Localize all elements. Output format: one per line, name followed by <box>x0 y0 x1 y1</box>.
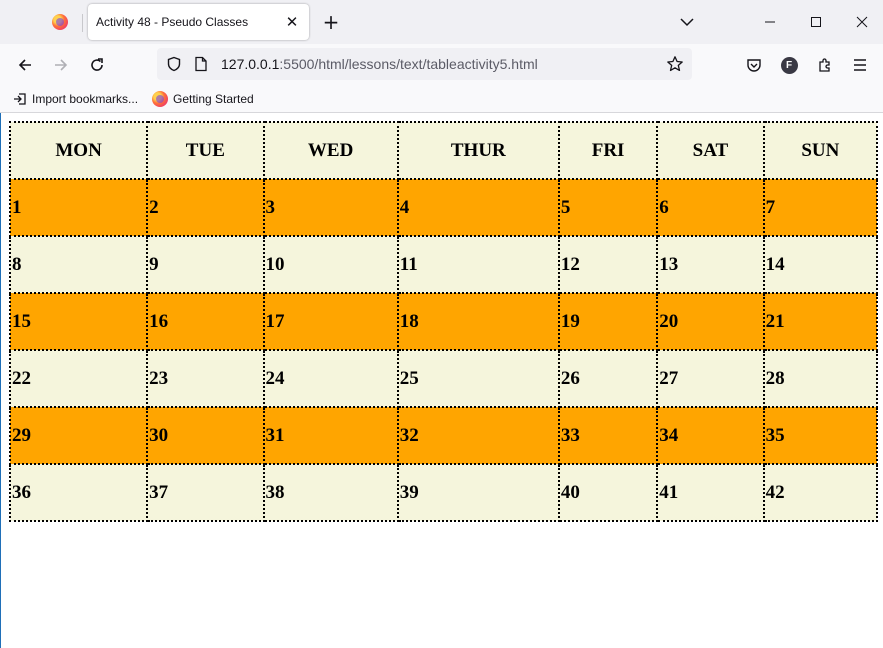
day-cell: 34 <box>656 406 765 465</box>
tab-active[interactable]: Activity 48 - Pseudo Classes ✕ <box>88 4 309 40</box>
bookmark-star-icon[interactable] <box>665 54 685 74</box>
calendar-table: MON TUE WED THUR FRI SAT SUN 1 2 3 4 5 6… <box>8 121 879 522</box>
day-cell: 41 <box>656 463 765 522</box>
minimize-icon[interactable] <box>747 0 793 44</box>
day-cell: 23 <box>146 349 265 408</box>
new-tab-icon[interactable]: + <box>318 8 344 36</box>
day-cell: 18 <box>396 292 560 351</box>
day-cell: 28 <box>762 349 879 408</box>
page-icon[interactable] <box>191 54 211 74</box>
firefox-icon <box>52 14 68 30</box>
day-cell: 7 <box>762 178 879 237</box>
bookmark-label: Import bookmarks... <box>32 92 139 106</box>
day-cell: 14 <box>762 235 879 294</box>
day-cell: 19 <box>557 292 659 351</box>
close-tab-icon[interactable]: ✕ <box>281 11 303 33</box>
day-header: SUN <box>762 121 879 180</box>
forward-icon[interactable] <box>46 50 76 80</box>
day-cell: 37 <box>146 463 265 522</box>
day-cell: 8 <box>8 235 149 294</box>
day-cell: 5 <box>557 178 659 237</box>
day-cell: 39 <box>396 463 560 522</box>
tab-title: Activity 48 - Pseudo Classes <box>96 15 249 29</box>
week-row: 15 16 17 18 19 20 21 <box>8 292 879 351</box>
nav-bar: 127.0.0.1:5500/html/lessons/text/tableac… <box>0 44 883 86</box>
extensions-icon[interactable] <box>810 50 840 80</box>
day-cell: 16 <box>146 292 265 351</box>
url-bar[interactable]: 127.0.0.1:5500/html/lessons/text/tableac… <box>157 48 692 80</box>
menu-icon[interactable] <box>845 50 875 80</box>
week-row: 36 37 38 39 40 41 42 <box>8 463 879 522</box>
bookmark-getting-started[interactable]: Getting Started <box>152 90 254 108</box>
day-cell: 17 <box>262 292 399 351</box>
day-cell: 30 <box>146 406 265 465</box>
day-header: TUE <box>146 121 265 180</box>
bookmark-label: Getting Started <box>173 92 254 106</box>
day-cell: 24 <box>262 349 399 408</box>
day-cell: 31 <box>262 406 399 465</box>
day-cell: 21 <box>762 292 879 351</box>
day-cell: 38 <box>262 463 399 522</box>
day-cell: 11 <box>396 235 560 294</box>
day-cell: 25 <box>396 349 560 408</box>
reload-icon[interactable] <box>82 50 112 80</box>
close-window-icon[interactable] <box>839 0 883 44</box>
import-icon <box>14 93 26 105</box>
day-cell: 42 <box>762 463 879 522</box>
day-cell: 26 <box>557 349 659 408</box>
shield-icon[interactable] <box>164 54 184 74</box>
day-cell: 3 <box>262 178 399 237</box>
firefox-view-button[interactable] <box>40 6 80 38</box>
week-row: 1 2 3 4 5 6 7 <box>8 178 879 237</box>
day-header: WED <box>262 121 399 180</box>
day-header: MON <box>8 121 149 180</box>
firefox-icon <box>152 91 168 107</box>
week-row: 29 30 31 32 33 34 35 <box>8 406 879 465</box>
day-cell: 36 <box>8 463 149 522</box>
day-cell: 10 <box>262 235 399 294</box>
url-path: :5500/html/lessons/text/tableactivity5.h… <box>279 56 538 72</box>
tab-strip: Activity 48 - Pseudo Classes ✕ + <box>0 0 883 44</box>
maximize-icon[interactable] <box>793 0 839 44</box>
day-header: THUR <box>396 121 560 180</box>
url-host: 127.0.0.1 <box>221 56 280 72</box>
day-cell: 20 <box>656 292 765 351</box>
day-header: SAT <box>656 121 765 180</box>
bookmarks-toolbar: Import bookmarks... Getting Started <box>0 86 883 113</box>
back-icon[interactable] <box>10 50 40 80</box>
day-cell: 2 <box>146 178 265 237</box>
tab-separator <box>82 14 83 32</box>
bookmark-import[interactable]: Import bookmarks... <box>13 90 138 108</box>
list-all-tabs-icon[interactable] <box>676 10 698 34</box>
day-cell: 22 <box>8 349 149 408</box>
day-cell: 12 <box>557 235 659 294</box>
day-cell: 9 <box>146 235 265 294</box>
day-cell: 32 <box>396 406 560 465</box>
day-cell: 13 <box>656 235 765 294</box>
day-cell: 35 <box>762 406 879 465</box>
day-cell: 29 <box>8 406 149 465</box>
day-cell: 15 <box>8 292 149 351</box>
day-cell: 40 <box>557 463 659 522</box>
page-content: MON TUE WED THUR FRI SAT SUN 1 2 3 4 5 6… <box>1 113 883 648</box>
week-row: 8 9 10 11 12 13 14 <box>8 235 879 294</box>
header-row: MON TUE WED THUR FRI SAT SUN <box>8 121 879 180</box>
week-row: 22 23 24 25 26 27 28 <box>8 349 879 408</box>
day-cell: 33 <box>557 406 659 465</box>
url-text[interactable]: 127.0.0.1:5500/html/lessons/text/tableac… <box>221 56 538 72</box>
day-cell: 27 <box>656 349 765 408</box>
day-cell: 4 <box>396 178 560 237</box>
pocket-icon[interactable] <box>739 50 769 80</box>
account-avatar[interactable]: F <box>774 50 804 80</box>
day-cell: 6 <box>656 178 765 237</box>
day-header: FRI <box>557 121 659 180</box>
account-initial: F <box>780 56 798 74</box>
day-cell: 1 <box>8 178 149 237</box>
